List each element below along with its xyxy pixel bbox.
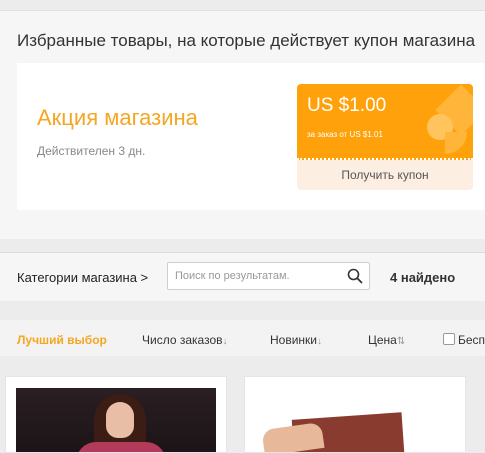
sort-bar: Лучший выбор Число заказов↓ Новинки↓ Цен… [0, 320, 485, 356]
coupon-condition: за заказ от US $1.01 [307, 130, 383, 139]
sort-orders[interactable]: Число заказов↓ [142, 333, 228, 347]
store-promo-panel: Избранные товары, на которые действует к… [0, 10, 485, 239]
arrow-down-icon: ↓ [222, 336, 228, 347]
get-coupon-button[interactable]: Получить купон [297, 160, 473, 190]
store-categories-link[interactable]: Категории магазина > [17, 270, 148, 285]
results-count: 4 найдено [390, 270, 456, 285]
product-card[interactable] [244, 376, 466, 453]
sort-newest[interactable]: Новинки↓ [270, 333, 322, 347]
search-icon[interactable] [347, 268, 363, 284]
product-image[interactable] [255, 388, 455, 452]
sort-price-label: Цена [368, 333, 397, 347]
coupon-amount: US $1.00 [307, 95, 387, 116]
coupon-decoration [445, 132, 467, 154]
coupon-header: US $1.00 за заказ от US $1.01 [297, 84, 473, 160]
store-filter-bar: Категории магазина > 4 найдено [0, 252, 485, 301]
sort-orders-label: Число заказов [142, 333, 223, 347]
search-input[interactable] [173, 266, 347, 286]
sort-price[interactable]: Цена⇅ [368, 333, 405, 347]
sort-best-label: Лучший выбор [17, 333, 107, 347]
promo-card: Акция магазина Действителен 3 дн. US $1.… [17, 63, 485, 210]
free-shipping-checkbox[interactable] [443, 333, 455, 345]
arrow-down-icon: ↓ [317, 336, 322, 347]
image-detail [261, 421, 325, 452]
promo-name: Акция магазина [37, 105, 198, 130]
sort-newest-label: Новинки [270, 333, 317, 347]
image-detail [76, 442, 166, 452]
free-shipping-label: Бесп [458, 333, 485, 347]
image-detail [106, 402, 134, 438]
sort-best-match[interactable]: Лучший выбор [17, 333, 107, 347]
promo-validity: Действителен 3 дн. [37, 144, 146, 158]
product-card[interactable] [5, 376, 227, 453]
sort-updown-icon: ⇅ [396, 336, 406, 347]
promo-section-title: Избранные товары, на которые действует к… [17, 31, 476, 50]
coupon: US $1.00 за заказ от US $1.01 Получить к… [297, 84, 473, 190]
search-box [167, 262, 370, 290]
product-image[interactable] [16, 388, 216, 452]
